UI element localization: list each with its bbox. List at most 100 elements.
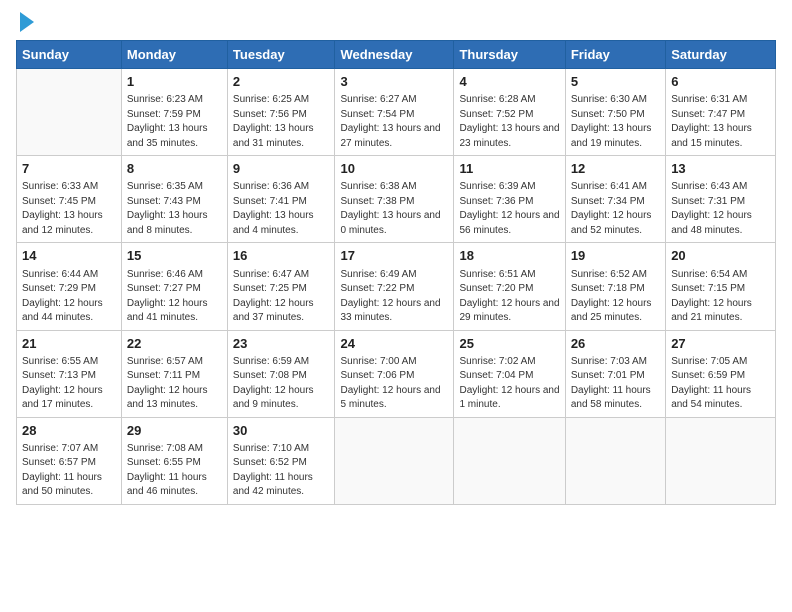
- day-number: 17: [340, 247, 448, 265]
- day-info: Sunrise: 6:41 AMSunset: 7:34 PMDaylight:…: [571, 180, 660, 238]
- day-number: 18: [459, 247, 559, 265]
- calendar-cell: 19 Sunrise: 6:52 AMSunset: 7:18 PMDayligh…: [565, 243, 665, 330]
- day-number: 23: [233, 335, 330, 353]
- day-number: 28: [22, 422, 116, 440]
- day-info: Sunrise: 6:52 AMSunset: 7:18 PMDaylight:…: [571, 268, 660, 326]
- day-number: 5: [571, 73, 660, 91]
- day-info: Sunrise: 6:47 AMSunset: 7:25 PMDaylight:…: [233, 268, 330, 326]
- calendar-cell: [454, 417, 565, 504]
- calendar-cell: 24 Sunrise: 7:00 AMSunset: 7:06 PMDayligh…: [335, 330, 454, 417]
- calendar-cell: [17, 69, 122, 156]
- day-number: 19: [571, 247, 660, 265]
- header-wednesday: Wednesday: [335, 41, 454, 69]
- day-number: 6: [671, 73, 770, 91]
- calendar-cell: 2 Sunrise: 6:25 AMSunset: 7:56 PMDaylight…: [227, 69, 335, 156]
- header-tuesday: Tuesday: [227, 41, 335, 69]
- day-info: Sunrise: 6:46 AMSunset: 7:27 PMDaylight:…: [127, 268, 222, 326]
- calendar-cell: 14 Sunrise: 6:44 AMSunset: 7:29 PMDayligh…: [17, 243, 122, 330]
- day-number: 29: [127, 422, 222, 440]
- day-info: Sunrise: 6:27 AMSunset: 7:54 PMDaylight:…: [340, 93, 448, 151]
- week-row-4: 21 Sunrise: 6:55 AMSunset: 7:13 PMDayligh…: [17, 330, 776, 417]
- calendar-cell: 21 Sunrise: 6:55 AMSunset: 7:13 PMDayligh…: [17, 330, 122, 417]
- day-info: Sunrise: 6:51 AMSunset: 7:20 PMDaylight:…: [459, 268, 559, 326]
- calendar-cell: 18 Sunrise: 6:51 AMSunset: 7:20 PMDayligh…: [454, 243, 565, 330]
- calendar-cell: 10 Sunrise: 6:38 AMSunset: 7:38 PMDayligh…: [335, 156, 454, 243]
- day-number: 21: [22, 335, 116, 353]
- calendar-cell: 20 Sunrise: 6:54 AMSunset: 7:15 PMDayligh…: [666, 243, 776, 330]
- calendar-cell: 6 Sunrise: 6:31 AMSunset: 7:47 PMDaylight…: [666, 69, 776, 156]
- day-info: Sunrise: 6:36 AMSunset: 7:41 PMDaylight:…: [233, 180, 330, 238]
- calendar-header-row: SundayMondayTuesdayWednesdayThursdayFrid…: [17, 41, 776, 69]
- day-number: 1: [127, 73, 222, 91]
- day-number: 16: [233, 247, 330, 265]
- day-number: 20: [671, 247, 770, 265]
- header-friday: Friday: [565, 41, 665, 69]
- calendar-cell: [335, 417, 454, 504]
- day-info: Sunrise: 6:38 AMSunset: 7:38 PMDaylight:…: [340, 180, 448, 238]
- calendar-cell: 27Sunrise: 7:05 AMSunset: 6:59 PMDayligh…: [666, 330, 776, 417]
- calendar-cell: 22 Sunrise: 6:57 AMSunset: 7:11 PMDayligh…: [121, 330, 227, 417]
- day-number: 9: [233, 160, 330, 178]
- calendar-cell: 12Sunrise: 6:41 AMSunset: 7:34 PMDayligh…: [565, 156, 665, 243]
- calendar-cell: 23 Sunrise: 6:59 AMSunset: 7:08 PMDayligh…: [227, 330, 335, 417]
- calendar-cell: 1Sunrise: 6:23 AMSunset: 7:59 PMDaylight…: [121, 69, 227, 156]
- week-row-1: 1Sunrise: 6:23 AMSunset: 7:59 PMDaylight…: [17, 69, 776, 156]
- day-info: Sunrise: 6:57 AMSunset: 7:11 PMDaylight:…: [127, 355, 222, 413]
- calendar-cell: 29 Sunrise: 7:08 AMSunset: 6:55 PMDayligh…: [121, 417, 227, 504]
- day-info: Sunrise: 6:55 AMSunset: 7:13 PMDaylight:…: [22, 355, 116, 413]
- calendar-cell: 13Sunrise: 6:43 AMSunset: 7:31 PMDayligh…: [666, 156, 776, 243]
- calendar-cell: 16 Sunrise: 6:47 AMSunset: 7:25 PMDayligh…: [227, 243, 335, 330]
- calendar-cell: [565, 417, 665, 504]
- day-info: Sunrise: 6:25 AMSunset: 7:56 PMDaylight:…: [233, 93, 330, 151]
- day-info: Sunrise: 6:43 AMSunset: 7:31 PMDaylight:…: [671, 180, 770, 238]
- day-info: Sunrise: 6:54 AMSunset: 7:15 PMDaylight:…: [671, 268, 770, 326]
- header-monday: Monday: [121, 41, 227, 69]
- calendar-cell: [666, 417, 776, 504]
- calendar-cell: 28Sunrise: 7:07 AMSunset: 6:57 PMDayligh…: [17, 417, 122, 504]
- header-sunday: Sunday: [17, 41, 122, 69]
- calendar-cell: 17 Sunrise: 6:49 AMSunset: 7:22 PMDayligh…: [335, 243, 454, 330]
- day-number: 25: [459, 335, 559, 353]
- logo: [16, 16, 34, 32]
- calendar-cell: 8 Sunrise: 6:35 AMSunset: 7:43 PMDaylight…: [121, 156, 227, 243]
- day-number: 2: [233, 73, 330, 91]
- week-row-2: 7Sunrise: 6:33 AMSunset: 7:45 PMDaylight…: [17, 156, 776, 243]
- calendar-cell: 26 Sunrise: 7:03 AMSunset: 7:01 PMDayligh…: [565, 330, 665, 417]
- calendar-table: SundayMondayTuesdayWednesdayThursdayFrid…: [16, 40, 776, 505]
- day-number: 22: [127, 335, 222, 353]
- day-number: 8: [127, 160, 222, 178]
- day-number: 14: [22, 247, 116, 265]
- day-info: Sunrise: 6:28 AMSunset: 7:52 PMDaylight:…: [459, 93, 559, 151]
- day-info: Sunrise: 6:31 AMSunset: 7:47 PMDaylight:…: [671, 93, 770, 151]
- header-thursday: Thursday: [454, 41, 565, 69]
- day-info: Sunrise: 7:00 AMSunset: 7:06 PMDaylight:…: [340, 355, 448, 413]
- calendar-cell: 25 Sunrise: 7:02 AMSunset: 7:04 PMDayligh…: [454, 330, 565, 417]
- logo-arrow-icon: [20, 12, 34, 32]
- day-info: Sunrise: 7:05 AMSunset: 6:59 PMDaylight:…: [671, 355, 770, 413]
- day-number: 10: [340, 160, 448, 178]
- day-info: Sunrise: 7:10 AMSunset: 6:52 PMDaylight:…: [233, 442, 330, 500]
- day-info: Sunrise: 7:03 AMSunset: 7:01 PMDaylight:…: [571, 355, 660, 413]
- day-info: Sunrise: 6:39 AMSunset: 7:36 PMDaylight:…: [459, 180, 559, 238]
- day-info: Sunrise: 7:08 AMSunset: 6:55 PMDaylight:…: [127, 442, 222, 500]
- day-number: 15: [127, 247, 222, 265]
- day-number: 11: [459, 160, 559, 178]
- calendar-cell: 15 Sunrise: 6:46 AMSunset: 7:27 PMDayligh…: [121, 243, 227, 330]
- day-info: Sunrise: 6:59 AMSunset: 7:08 PMDaylight:…: [233, 355, 330, 413]
- day-number: 30: [233, 422, 330, 440]
- day-number: 26: [571, 335, 660, 353]
- header-saturday: Saturday: [666, 41, 776, 69]
- day-number: 24: [340, 335, 448, 353]
- day-info: Sunrise: 6:49 AMSunset: 7:22 PMDaylight:…: [340, 268, 448, 326]
- calendar-cell: 7Sunrise: 6:33 AMSunset: 7:45 PMDaylight…: [17, 156, 122, 243]
- calendar-cell: 11 Sunrise: 6:39 AMSunset: 7:36 PMDayligh…: [454, 156, 565, 243]
- day-info: Sunrise: 6:44 AMSunset: 7:29 PMDaylight:…: [22, 268, 116, 326]
- day-info: Sunrise: 6:33 AMSunset: 7:45 PMDaylight:…: [22, 180, 116, 238]
- calendar-cell: 5Sunrise: 6:30 AMSunset: 7:50 PMDaylight…: [565, 69, 665, 156]
- page-header: [16, 16, 776, 32]
- calendar-cell: 30 Sunrise: 7:10 AMSunset: 6:52 PMDayligh…: [227, 417, 335, 504]
- calendar-cell: 3 Sunrise: 6:27 AMSunset: 7:54 PMDaylight…: [335, 69, 454, 156]
- day-info: Sunrise: 7:02 AMSunset: 7:04 PMDaylight:…: [459, 355, 559, 413]
- day-number: 3: [340, 73, 448, 91]
- day-info: Sunrise: 6:35 AMSunset: 7:43 PMDaylight:…: [127, 180, 222, 238]
